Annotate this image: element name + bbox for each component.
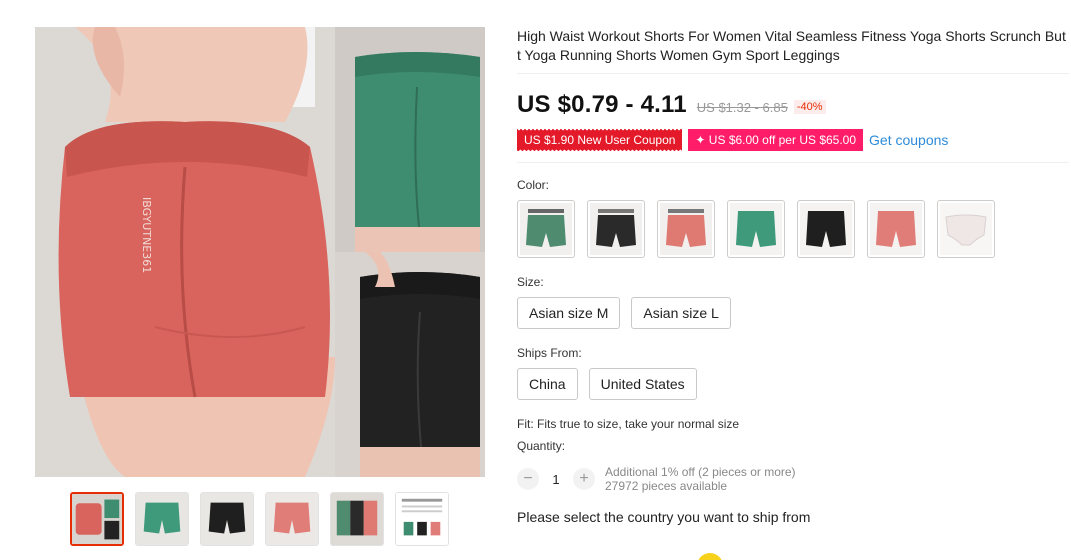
size-options: Asian size M Asian size L: [517, 297, 1069, 329]
thumbnail-4[interactable]: [265, 492, 319, 546]
ships-from-china[interactable]: China: [517, 368, 578, 400]
color-swatch-green[interactable]: [727, 200, 785, 258]
quantity-decrease-button[interactable]: −: [517, 468, 539, 490]
fit-note: Fit: Fits true to size, take your normal…: [517, 417, 740, 431]
shipping-prompt: Please select the country you want to sh…: [517, 509, 811, 525]
quantity-increase-button[interactable]: +: [573, 468, 595, 490]
color-label: Color:: [517, 178, 550, 192]
color-swatch-green-lace[interactable]: [517, 200, 575, 258]
coupon-row: US $1.90 New User Coupon ✦ US $6.00 off …: [517, 129, 1069, 163]
ships-from-united-states[interactable]: United States: [588, 368, 697, 400]
thumbnail-6[interactable]: [395, 492, 449, 546]
color-swatch-white[interactable]: [937, 200, 995, 258]
discount-badge: -40%: [793, 100, 826, 114]
ships-from-label: Ships From:: [517, 346, 582, 360]
new-user-coupon[interactable]: US $1.90 New User Coupon: [517, 129, 683, 151]
color-swatch-black[interactable]: [797, 200, 855, 258]
thumbnail-5[interactable]: [330, 492, 384, 546]
quantity-stepper: − 1 + Additional 1% off (2 pieces or mor…: [517, 465, 1069, 493]
stock-available: 27972 pieces available: [605, 479, 728, 493]
size-option-l[interactable]: Asian size L: [631, 297, 731, 329]
current-price: US $0.79 - 4.11: [517, 91, 687, 118]
price-row: US $0.79 - 4.11 US $1.32 - 6.85 -40%: [517, 91, 1069, 119]
color-swatch-black-lace[interactable]: [587, 200, 645, 258]
product-photo: IBGYUTNE361: [35, 27, 485, 477]
thumbnail-2[interactable]: [135, 492, 189, 546]
thumbnail-strip: [70, 492, 449, 546]
store-coupon[interactable]: ✦ US $6.00 off per US $65.00: [688, 129, 864, 151]
main-product-image[interactable]: IBGYUTNE361: [35, 27, 485, 477]
quantity-note: Additional 1% off (2 pieces or more) 279…: [605, 465, 796, 493]
bulk-discount-note: Additional 1% off (2 pieces or more): [605, 465, 796, 479]
color-swatch-pink[interactable]: [867, 200, 925, 258]
quantity-value[interactable]: 1: [539, 472, 573, 487]
get-coupons-link[interactable]: Get coupons: [869, 132, 948, 148]
original-price: US $1.32 - 6.85: [696, 100, 788, 115]
color-swatches: [517, 200, 1069, 258]
size-label: Size:: [517, 275, 544, 289]
color-swatch-pink-lace[interactable]: [657, 200, 715, 258]
emoji-icon: [697, 553, 723, 560]
quantity-label: Quantity:: [517, 439, 566, 453]
size-option-m[interactable]: Asian size M: [517, 297, 621, 329]
thumbnail-1[interactable]: [70, 492, 124, 546]
thumbnail-3[interactable]: [200, 492, 254, 546]
ships-from-options: China United States: [517, 368, 1069, 400]
product-title: High Waist Workout Shorts For Women Vita…: [517, 27, 1069, 74]
shorts-brand-print: IBGYUTNE361: [140, 197, 153, 273]
product-info: High Waist Workout Shorts For Women Vita…: [517, 27, 1069, 525]
